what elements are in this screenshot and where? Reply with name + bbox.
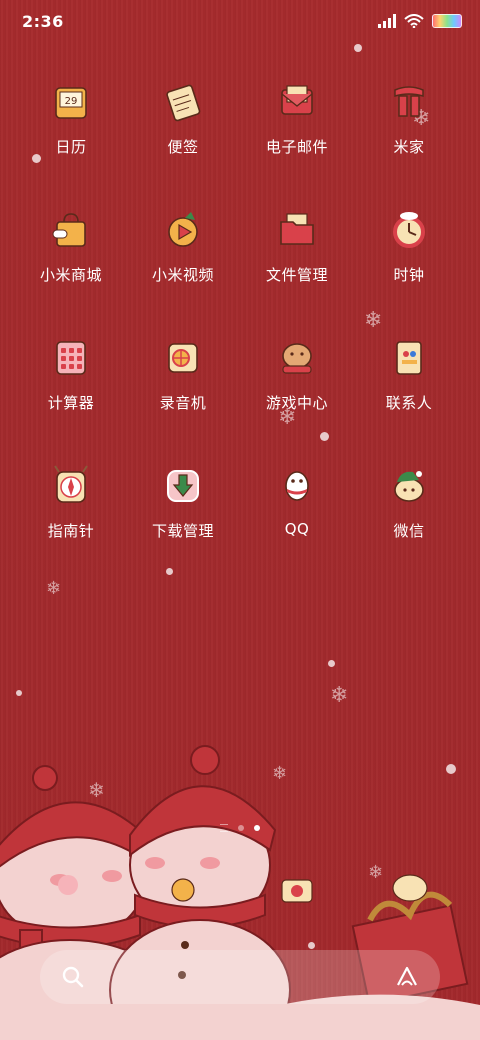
wifi-icon	[404, 14, 424, 28]
app-calendar[interactable]: 29 日历	[15, 80, 127, 157]
page-indicator	[0, 824, 480, 832]
app-label: 录音机	[159, 394, 207, 412]
app-label: 时钟	[393, 266, 425, 284]
status-icons	[378, 14, 462, 28]
app-mi-store[interactable]: 小米商城	[15, 208, 127, 285]
app-recorder[interactable]: 录音机	[127, 336, 239, 413]
status-bar: 2:36	[0, 0, 480, 44]
snow-dot	[320, 432, 329, 441]
assistant-icon[interactable]	[394, 964, 420, 990]
app-wechat[interactable]: 微信	[353, 464, 465, 541]
qq-icon	[275, 464, 319, 508]
app-label: QQ	[284, 520, 310, 538]
compass-icon	[49, 464, 93, 508]
download-manager-icon	[161, 464, 205, 508]
app-label: 电子邮件	[265, 138, 328, 156]
app-label: 便签	[167, 138, 199, 156]
app-label: 下载管理	[151, 522, 214, 540]
wechat-icon	[387, 464, 431, 508]
snowflake-icon: ❄	[46, 578, 62, 599]
app-notes[interactable]: 便签	[127, 80, 239, 157]
snow-dot	[354, 44, 362, 52]
search-icon[interactable]	[60, 964, 86, 990]
app-game-center[interactable]: 游戏中心	[241, 336, 353, 413]
app-mi-video[interactable]: 小米视频	[127, 208, 239, 285]
snow-dot	[16, 690, 22, 696]
page-dot[interactable]	[238, 825, 244, 831]
app-label: 游戏中心	[265, 394, 328, 412]
app-label: 小米视频	[151, 266, 214, 284]
app-label: 米家	[393, 138, 425, 156]
app-label: 小米商城	[39, 266, 102, 284]
app-download-manager[interactable]: 下载管理	[127, 464, 239, 541]
page-dot-active[interactable]	[254, 825, 260, 831]
app-label: 联系人	[385, 394, 433, 412]
snow-dot	[166, 568, 173, 575]
app-label: 指南针	[47, 522, 95, 540]
status-time: 2:36	[22, 12, 64, 31]
clock-icon	[387, 208, 431, 252]
app-compass[interactable]: 指南针	[15, 464, 127, 541]
app-label: 日历	[55, 138, 87, 156]
game-center-icon	[275, 336, 319, 380]
mi-video-icon	[161, 208, 205, 252]
snow-dot	[328, 660, 335, 667]
search-bar[interactable]	[40, 950, 440, 1004]
snowflake-icon: ❄	[364, 308, 383, 333]
calendar-icon: 29	[49, 80, 93, 124]
mi-store-icon	[49, 208, 93, 252]
snowflake-icon: ❄	[330, 683, 349, 708]
app-label: 文件管理	[265, 266, 328, 284]
app-contacts[interactable]: 联系人	[353, 336, 465, 413]
app-file-manager[interactable]: 文件管理	[241, 208, 353, 285]
app-email[interactable]: 电子邮件	[241, 80, 353, 157]
app-calculator[interactable]: 计算器	[15, 336, 127, 413]
app-mijia[interactable]: 米家	[353, 80, 465, 157]
contacts-icon	[387, 336, 431, 380]
battery-icon	[432, 14, 462, 28]
calendar-date: 29	[65, 96, 78, 107]
app-label: 计算器	[47, 394, 95, 412]
page-indicator-menu	[220, 824, 228, 832]
app-clock[interactable]: 时钟	[353, 208, 465, 285]
mijia-icon	[387, 80, 431, 124]
app-qq[interactable]: QQ	[241, 464, 353, 538]
notes-icon	[161, 80, 205, 124]
file-manager-icon	[275, 208, 319, 252]
signal-icon	[378, 14, 396, 28]
calculator-icon	[49, 336, 93, 380]
email-icon	[275, 80, 319, 124]
app-label: 微信	[393, 522, 425, 540]
recorder-icon	[161, 336, 205, 380]
